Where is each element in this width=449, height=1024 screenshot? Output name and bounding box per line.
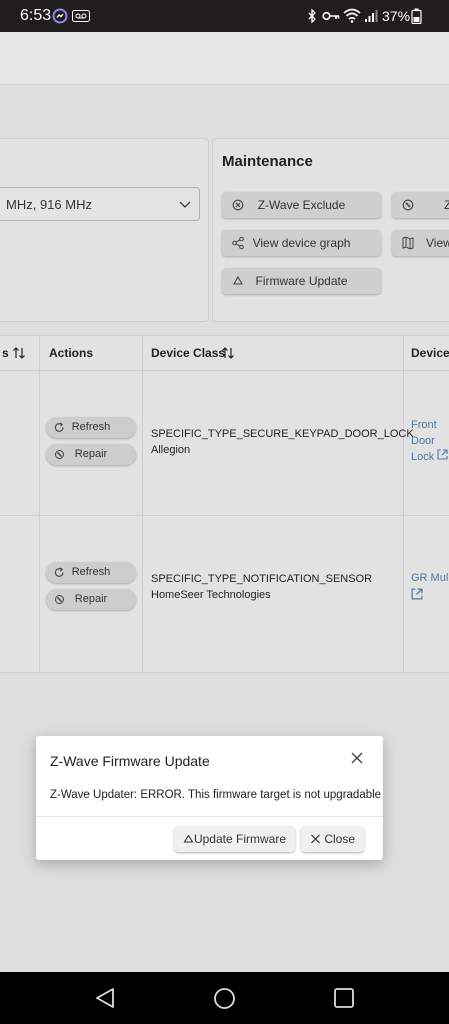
sort-icon	[221, 336, 235, 383]
repair-button[interactable]: Repair	[46, 589, 136, 610]
device-link-line: Front	[411, 419, 437, 431]
healing-icon	[402, 192, 414, 227]
device-class-type: SPECIFIC_TYPE_SECURE_KEYPAD_DOOR_LOCK	[151, 428, 414, 440]
close-icon[interactable]	[350, 751, 364, 769]
refresh-label: Refresh	[71, 566, 111, 578]
zwave-action-partial-label: Z	[444, 198, 449, 212]
zwave-exclude-button[interactable]: Z-Wave Exclude	[222, 192, 381, 218]
voicemail-icon	[72, 10, 90, 25]
app-toolbar	[0, 32, 449, 85]
zwave-action-button-partial[interactable]: Z	[392, 192, 449, 218]
frequency-select-value: MHz, 916 MHz	[6, 197, 92, 212]
chevron-down-icon	[179, 188, 191, 235]
view-device-graph-button[interactable]: View device graph	[222, 230, 381, 256]
bluetooth-icon	[307, 8, 317, 26]
close-icon	[310, 826, 321, 862]
refresh-button[interactable]: Refresh	[46, 417, 136, 438]
refresh-label: Refresh	[71, 421, 111, 433]
signal-icon	[364, 9, 378, 26]
device-class-cell: SPECIFIC_TYPE_NOTIFICATION_SENSOR HomeSe…	[151, 571, 372, 603]
close-button-label: Close	[324, 832, 355, 846]
settings-card: MHz, 916 MHz	[0, 138, 209, 322]
maintenance-title: Maintenance	[222, 153, 313, 170]
firmware-update-label: Firmware Update	[255, 274, 348, 288]
battery-icon	[411, 8, 422, 27]
triangle-up-icon	[183, 826, 194, 862]
external-link-icon	[411, 587, 448, 606]
view-device-graph-label: View device graph	[252, 236, 351, 250]
repair-label: Repair	[74, 593, 108, 605]
device-link[interactable]: GR Mul	[411, 571, 448, 605]
view-map-button-partial[interactable]: View	[392, 230, 449, 256]
column-header-partial[interactable]: s	[2, 336, 25, 370]
frequency-select[interactable]: MHz, 916 MHz	[0, 187, 200, 221]
repair-label: Repair	[74, 448, 108, 460]
device-manufacturer: Allegion	[151, 444, 191, 456]
clock: 6:53	[20, 7, 52, 24]
dialog-message: Z-Wave Updater: ERROR. This firmware tar…	[50, 789, 382, 801]
devices-table: s Actions Device Class Device Refresh Re…	[0, 335, 449, 673]
device-link-line: GR Mul	[411, 572, 449, 584]
column-header-device-class[interactable]: Device Class	[151, 336, 234, 370]
status-bar: 6:53 37%	[0, 0, 449, 32]
firmware-update-button[interactable]: Firmware Update	[222, 268, 381, 294]
sort-icon	[12, 336, 26, 383]
back-icon[interactable]	[94, 987, 116, 1014]
column-divider	[39, 336, 40, 672]
recents-icon[interactable]	[333, 987, 355, 1014]
row-divider	[0, 515, 449, 516]
zwave-exclude-label: Z-Wave Exclude	[257, 198, 346, 212]
view-map-partial-label: View	[426, 236, 449, 250]
messenger-icon	[52, 8, 68, 27]
update-firmware-button[interactable]: Update Firmware	[174, 826, 295, 852]
firmware-update-dialog: Z-Wave Firmware Update Z-Wave Updater: E…	[36, 736, 383, 860]
close-button[interactable]: Close	[301, 826, 364, 852]
column-divider	[142, 336, 143, 672]
wifi-icon	[343, 8, 361, 26]
device-link[interactable]: Front Door Lock	[411, 418, 448, 466]
navigation-bar	[0, 972, 449, 1024]
map-icon	[402, 230, 414, 265]
home-icon[interactable]	[213, 987, 236, 1015]
device-class-cell: SPECIFIC_TYPE_SECURE_KEYPAD_DOOR_LOCK Al…	[151, 426, 414, 458]
update-firmware-label: Update Firmware	[193, 832, 286, 846]
column-header-actions: Actions	[49, 346, 94, 360]
key-icon	[322, 10, 340, 25]
column-header-device-class-label: Device Class	[151, 346, 226, 360]
external-link-icon	[437, 449, 448, 463]
battery-percent: 37%	[382, 8, 411, 24]
dialog-divider	[36, 816, 383, 817]
dialog-title: Z-Wave Firmware Update	[50, 753, 210, 769]
column-header-partial-label: s	[2, 346, 9, 360]
refresh-button[interactable]: Refresh	[46, 562, 136, 583]
repair-button[interactable]: Repair	[46, 444, 136, 465]
column-divider	[403, 336, 404, 672]
maintenance-card: Maintenance Z-Wave Exclude Z View device…	[212, 138, 449, 322]
device-link-line: Door	[411, 434, 435, 447]
row-divider	[0, 370, 449, 371]
device-manufacturer: HomeSeer Technologies	[151, 589, 271, 601]
device-class-type: SPECIFIC_TYPE_NOTIFICATION_SENSOR	[151, 573, 373, 585]
column-header-device: Device	[411, 346, 449, 360]
device-link-line: Lock	[411, 449, 448, 466]
